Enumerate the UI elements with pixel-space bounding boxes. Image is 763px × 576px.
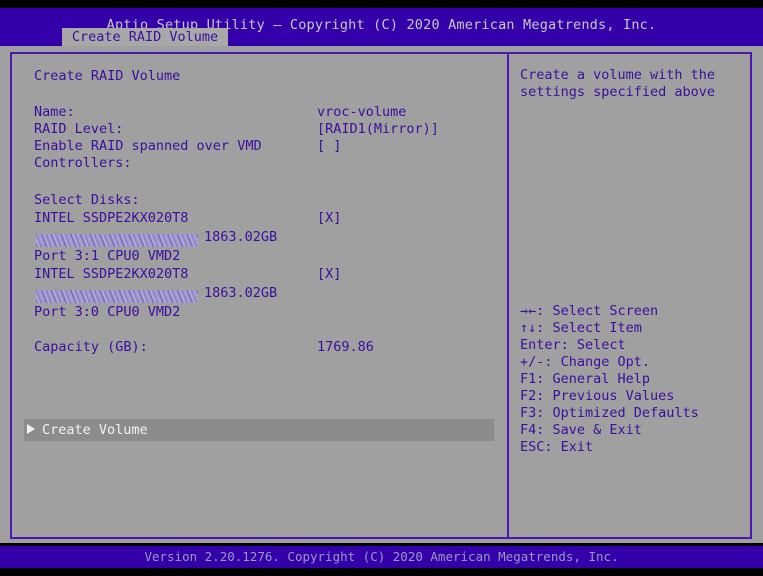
capacity-value: 1769.86: [317, 339, 374, 356]
page-title: Create RAID Volume: [34, 68, 180, 85]
help-key-f2-previous-values: F2: Previous Values: [520, 388, 674, 405]
field-value-name[interactable]: vroc-volume: [317, 104, 406, 121]
triangle-right-icon: [27, 424, 35, 434]
create-volume-label: Create Volume: [42, 422, 148, 439]
disk-0-port: Port 3:1 CPU0 VMD2: [34, 248, 180, 265]
footer-version-text: Version 2.20.1276. Copyright (C) 2020 Am…: [0, 549, 763, 564]
help-key-esc-exit: ESC: Exit: [520, 439, 593, 456]
field-label-controllers: Controllers:: [34, 155, 132, 172]
settings-pane: Create RAID Volume Name: vroc-volume RAI…: [12, 54, 505, 537]
disk-1-model: INTEL SSDPE2KX020T8: [34, 266, 188, 283]
disk-0-serial-redacted-icon: [36, 234, 198, 247]
field-label-raid-spanned-vmd: Enable RAID spanned over VMD: [34, 138, 262, 155]
tab-create-raid-volume[interactable]: Create RAID Volume: [62, 28, 228, 47]
field-value-raid-spanned-vmd[interactable]: [ ]: [317, 138, 341, 155]
help-key-enter-select: Enter: Select: [520, 337, 626, 354]
help-key-select-item: ↑↓: Select Item: [520, 320, 642, 337]
disk-0-size: 1863.02GB: [204, 229, 277, 246]
content-frame: Create RAID Volume Name: vroc-volume RAI…: [10, 52, 752, 539]
disk-1-port: Port 3:0 CPU0 VMD2: [34, 304, 180, 321]
select-disks-label: Select Disks:: [34, 192, 140, 209]
field-label-name: Name:: [34, 104, 75, 121]
help-key-change-opt: +/-: Change Opt.: [520, 354, 650, 371]
help-key-f1-general-help: F1: General Help: [520, 371, 650, 388]
capacity-label: Capacity (GB):: [34, 339, 148, 356]
help-key-select-screen: →←: Select Screen: [520, 303, 658, 320]
disk-1-checkbox[interactable]: [X]: [317, 266, 341, 283]
disk-1-size: 1863.02GB: [204, 285, 277, 302]
disk-1-serial-redacted-icon: [36, 290, 198, 303]
field-label-raid-level: RAID Level:: [34, 121, 123, 138]
disk-0-model: INTEL SSDPE2KX020T8: [34, 210, 188, 227]
help-description-line-2: settings specified above: [520, 84, 715, 101]
help-key-f3-optimized-defaults: F3: Optimized Defaults: [520, 405, 699, 422]
disk-0-checkbox[interactable]: [X]: [317, 210, 341, 227]
footer-bar: Version 2.20.1276. Copyright (C) 2020 Am…: [0, 546, 763, 568]
bios-setup-screen: Aptio Setup Utility – Copyright (C) 2020…: [0, 0, 763, 576]
help-pane: Create a volume with the settings specif…: [509, 54, 750, 537]
help-key-f4-save-exit: F4: Save & Exit: [520, 422, 642, 439]
field-value-raid-level[interactable]: [RAID1(Mirror)]: [317, 121, 439, 138]
help-description-line-1: Create a volume with the: [520, 67, 715, 84]
